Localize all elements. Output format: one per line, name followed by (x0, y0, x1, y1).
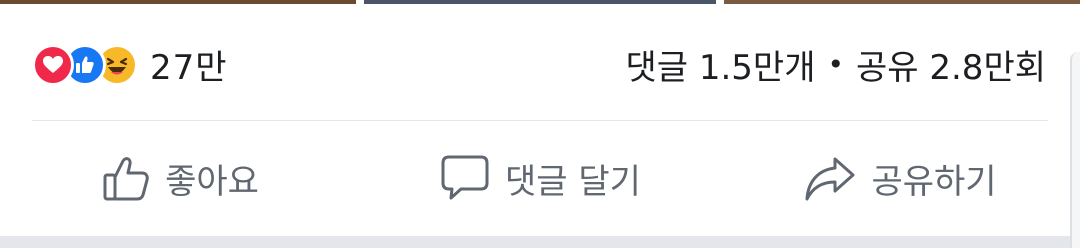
comment-bubble-icon (439, 153, 491, 203)
engagement-stats: 댓글 1.5만개 • 공유 2.8만회 (625, 40, 1046, 89)
photo-thumbnail[interactable] (364, 0, 716, 4)
share-button[interactable]: 공유하기 (720, 122, 1080, 234)
photo-strip[interactable] (0, 0, 1080, 4)
action-bar: 좋아요 댓글 달기 공유하기 (0, 122, 1080, 234)
reaction-count[interactable]: 27만 (150, 40, 228, 89)
comment-button-label: 댓글 달기 (505, 161, 641, 202)
share-button-label: 공유하기 (871, 161, 997, 202)
comment-button[interactable]: 댓글 달기 (360, 122, 720, 234)
share-arrow-icon (803, 153, 857, 203)
like-button-label: 좋아요 (165, 161, 259, 202)
divider (32, 120, 1048, 121)
scrollbar[interactable] (1070, 52, 1080, 248)
photo-thumbnail[interactable] (0, 0, 356, 4)
photo-thumbnail[interactable] (724, 0, 1080, 4)
separator-dot: • (827, 48, 844, 81)
thumbs-up-icon (101, 153, 151, 203)
love-icon (32, 43, 74, 86)
reactions-summary[interactable]: 27만 (32, 40, 228, 89)
post-separator (0, 236, 1080, 248)
share-count-link[interactable]: 공유 2.8만회 (856, 40, 1046, 89)
like-button[interactable]: 좋아요 (0, 122, 360, 234)
comment-count-link[interactable]: 댓글 1.5만개 (625, 40, 815, 89)
